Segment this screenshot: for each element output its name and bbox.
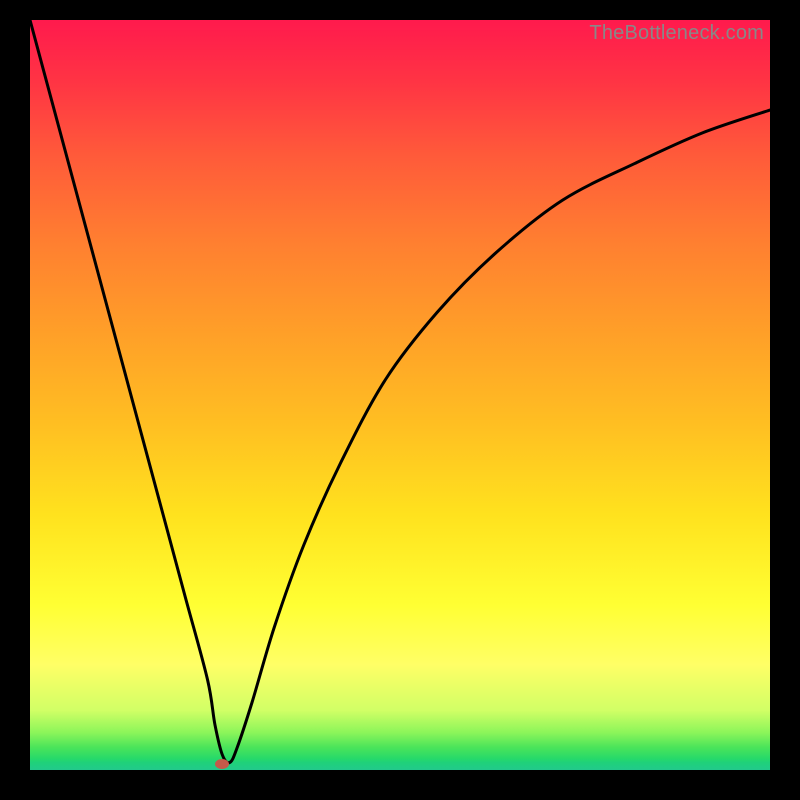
bottleneck-curve	[30, 20, 770, 770]
curve-path	[30, 20, 770, 763]
plot-area: TheBottleneck.com	[30, 20, 770, 770]
minimum-marker	[215, 759, 229, 769]
chart-stage: TheBottleneck.com	[0, 0, 800, 800]
